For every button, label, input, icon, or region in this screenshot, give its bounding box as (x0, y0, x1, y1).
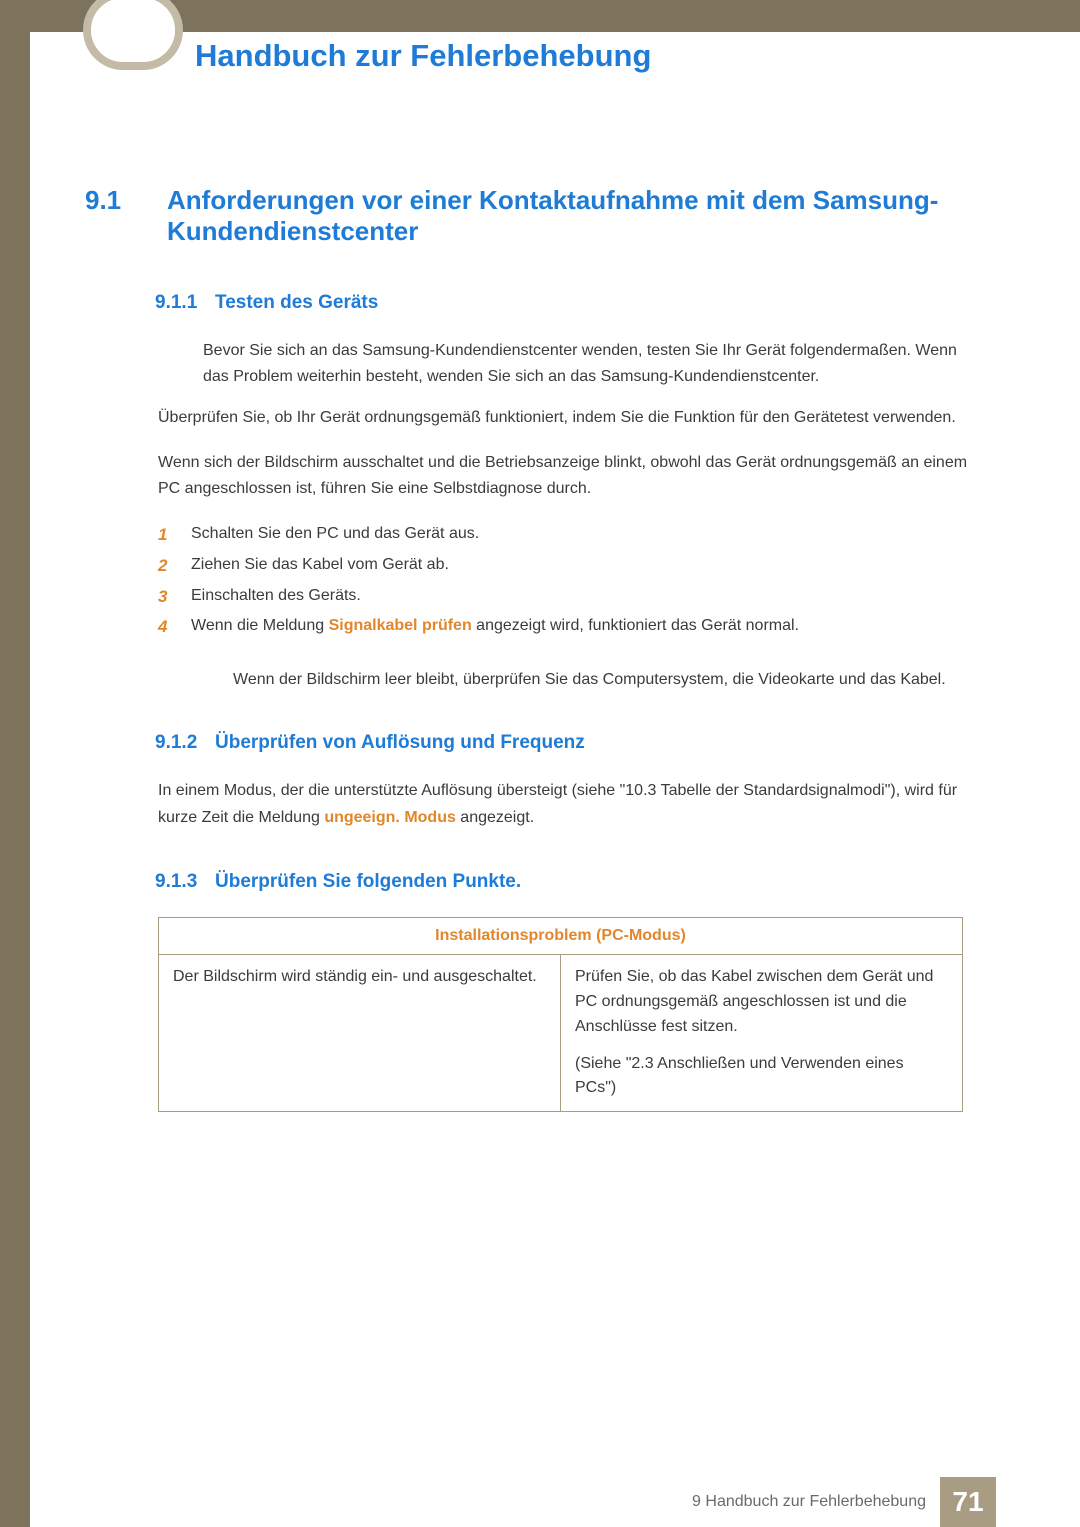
step-item: 4 Wenn die Meldung Signalkabel prüfen an… (158, 612, 970, 643)
subsection-number: 9.1.3 (155, 871, 215, 893)
subsection-title: Testen des Geräts (215, 292, 378, 313)
footer-page-number: 71 (940, 1477, 996, 1527)
subsection-number: 9.1.2 (155, 732, 215, 754)
step-item: 3 Einschalten des Geräts. (158, 582, 970, 613)
step-number: 3 (158, 582, 191, 613)
table-header: Installationsproblem (PC-Modus) (159, 918, 963, 955)
section-heading: 9.1 Anforderungen vor einer Kontaktaufna… (85, 185, 970, 247)
paragraph: Überprüfen Sie, ob Ihr Gerät ordnungsgem… (158, 405, 970, 431)
step-text: Einschalten des Geräts. (191, 582, 970, 613)
subsection-heading-2: 9.1.2Überprüfen von Auflösung und Freque… (155, 732, 970, 754)
solution-text: Prüfen Sie, ob das Kabel zwischen dem Ge… (575, 965, 948, 1039)
intro-text: Bevor Sie sich an das Samsung-Kundendien… (203, 338, 970, 389)
step-text: Wenn die Meldung Signalkabel prüfen ange… (191, 612, 970, 643)
note-text: Wenn der Bildschirm leer bleibt, überprü… (233, 667, 970, 693)
step-item: 1 Schalten Sie den PC und das Gerät aus. (158, 520, 970, 551)
paragraph: In einem Modus, der die unterstützte Auf… (158, 778, 970, 831)
section-title: Anforderungen vor einer Kontaktaufnahme … (167, 185, 970, 247)
step-number: 2 (158, 551, 191, 582)
step-text-after: angezeigt wird, funktioniert das Gerät n… (472, 617, 799, 634)
section-number: 9.1 (85, 185, 167, 247)
step-number: 4 (158, 612, 191, 643)
paragraph: Wenn sich der Bildschirm ausschaltet und… (158, 450, 970, 503)
subsection-heading-1: 9.1.1Testen des Geräts (155, 292, 970, 314)
page-footer: 9 Handbuch zur Fehlerbehebung 71 (30, 1477, 1080, 1527)
subsection-title: Überprüfen Sie folgenden Punkte. (215, 871, 521, 892)
subsection-heading-3: 9.1.3Überprüfen Sie folgenden Punkte. (155, 871, 970, 893)
top-bar (30, 0, 1080, 32)
subsection-title: Überprüfen von Auflösung und Frequenz (215, 732, 585, 753)
step-number: 1 (158, 520, 191, 551)
content-area: 9.1 Anforderungen vor einer Kontaktaufna… (85, 185, 970, 1112)
table-header-row: Installationsproblem (PC-Modus) (159, 918, 963, 955)
troubleshoot-table: Installationsproblem (PC-Modus) Der Bild… (158, 917, 963, 1112)
para-before: In einem Modus, der die unterstützte Auf… (158, 782, 957, 825)
chapter-badge (83, 0, 183, 70)
step-text-before: Wenn die Meldung (191, 617, 329, 634)
table-cell-problem: Der Bildschirm wird ständig ein- und aus… (159, 955, 561, 1112)
solution-reference: (Siehe "2.3 Anschließen und Verwenden ei… (575, 1052, 948, 1102)
footer-chapter-label: 9 Handbuch zur Fehlerbehebung (692, 1493, 926, 1511)
left-stripe (0, 0, 30, 1527)
step-item: 2 Ziehen Sie das Kabel vom Gerät ab. (158, 551, 970, 582)
subsection-number: 9.1.1 (155, 292, 215, 314)
highlighted-term: Signalkabel prüfen (329, 617, 472, 634)
step-text: Ziehen Sie das Kabel vom Gerät ab. (191, 551, 970, 582)
page-title: Handbuch zur Fehlerbehebung (195, 38, 651, 74)
highlighted-term: ungeeign. Modus (324, 809, 456, 826)
step-text: Schalten Sie den PC und das Gerät aus. (191, 520, 970, 551)
para-after: angezeigt. (456, 809, 534, 826)
table-cell-solution: Prüfen Sie, ob das Kabel zwischen dem Ge… (561, 955, 963, 1112)
table-row: Der Bildschirm wird ständig ein- und aus… (159, 955, 963, 1112)
